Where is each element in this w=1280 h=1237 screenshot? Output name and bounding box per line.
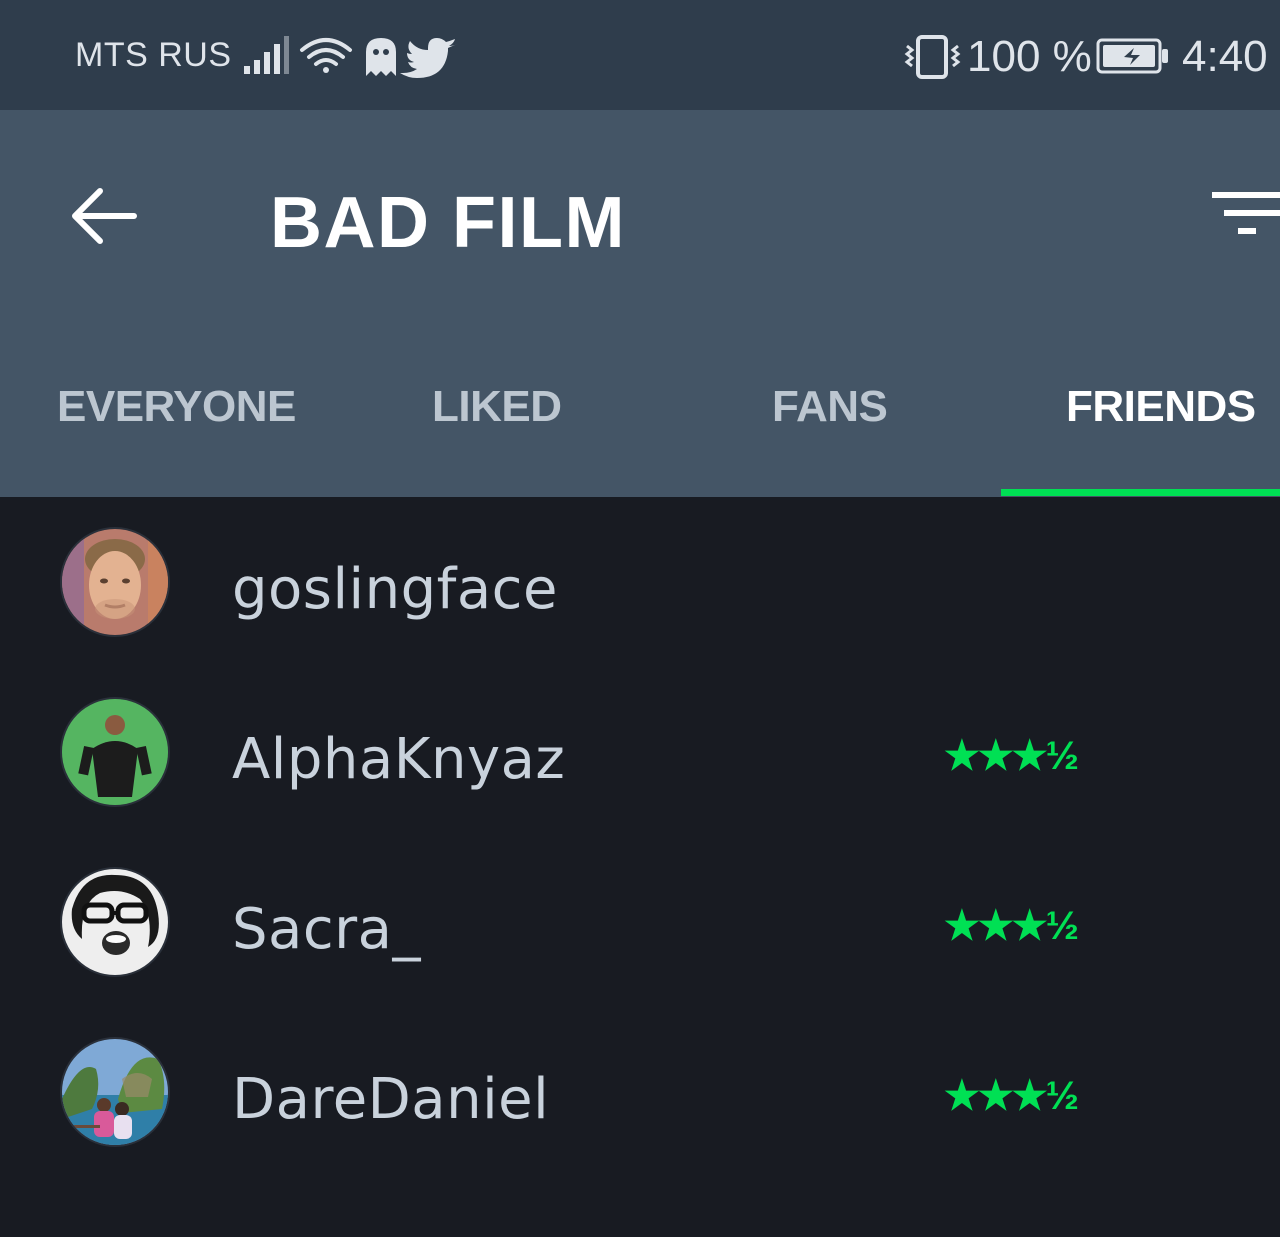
avatar xyxy=(60,527,170,637)
twitter-icon xyxy=(400,38,458,78)
tab-everyone[interactable]: EVERYONE xyxy=(57,382,296,432)
clock: 4:40 xyxy=(1182,32,1268,81)
avatar xyxy=(60,697,170,807)
friend-username: goslingface xyxy=(232,557,558,622)
avatar xyxy=(60,1037,170,1147)
back-button[interactable] xyxy=(66,186,142,246)
battery-percent: 100 % xyxy=(967,32,1092,81)
friend-username: AlphaKnyaz xyxy=(232,727,566,792)
wifi-icon xyxy=(300,38,352,73)
app-bar xyxy=(0,110,1280,497)
tab-fans[interactable]: FANS xyxy=(772,382,888,432)
active-tab-indicator xyxy=(1001,489,1280,496)
filter-button[interactable] xyxy=(1208,190,1280,242)
friend-rating: ★★★½ xyxy=(944,1074,1079,1118)
arrow-left-icon xyxy=(72,188,137,244)
ghost-icon xyxy=(366,38,396,76)
battery-charging-icon xyxy=(1096,38,1168,74)
carrier-label: MTS RUS xyxy=(75,36,232,74)
friend-rating: ★★★½ xyxy=(944,734,1079,778)
list-item[interactable]: goslingface xyxy=(0,497,1280,667)
tab-friends[interactable]: FRIENDS xyxy=(1066,382,1256,432)
list-item[interactable]: AlphaKnyaz ★★★½ xyxy=(0,667,1280,837)
friend-rating: ★★★½ xyxy=(944,904,1079,948)
list-item[interactable]: DareDaniel ★★★½ xyxy=(0,1007,1280,1177)
friend-username: Sacra_ xyxy=(232,897,421,962)
friend-username: DareDaniel xyxy=(232,1067,550,1132)
tab-liked[interactable]: LIKED xyxy=(432,382,562,432)
status-icons xyxy=(244,36,458,78)
avatar xyxy=(60,867,170,977)
list-item[interactable]: Sacra_ ★★★½ xyxy=(0,837,1280,1007)
filter-icon xyxy=(1212,192,1280,234)
signal-icon xyxy=(244,36,289,74)
page-title: BAD FILM xyxy=(270,183,626,263)
vibrate-icon xyxy=(904,35,961,79)
status-bar: MTS RUS 100 % 4:40 xyxy=(0,0,1280,110)
